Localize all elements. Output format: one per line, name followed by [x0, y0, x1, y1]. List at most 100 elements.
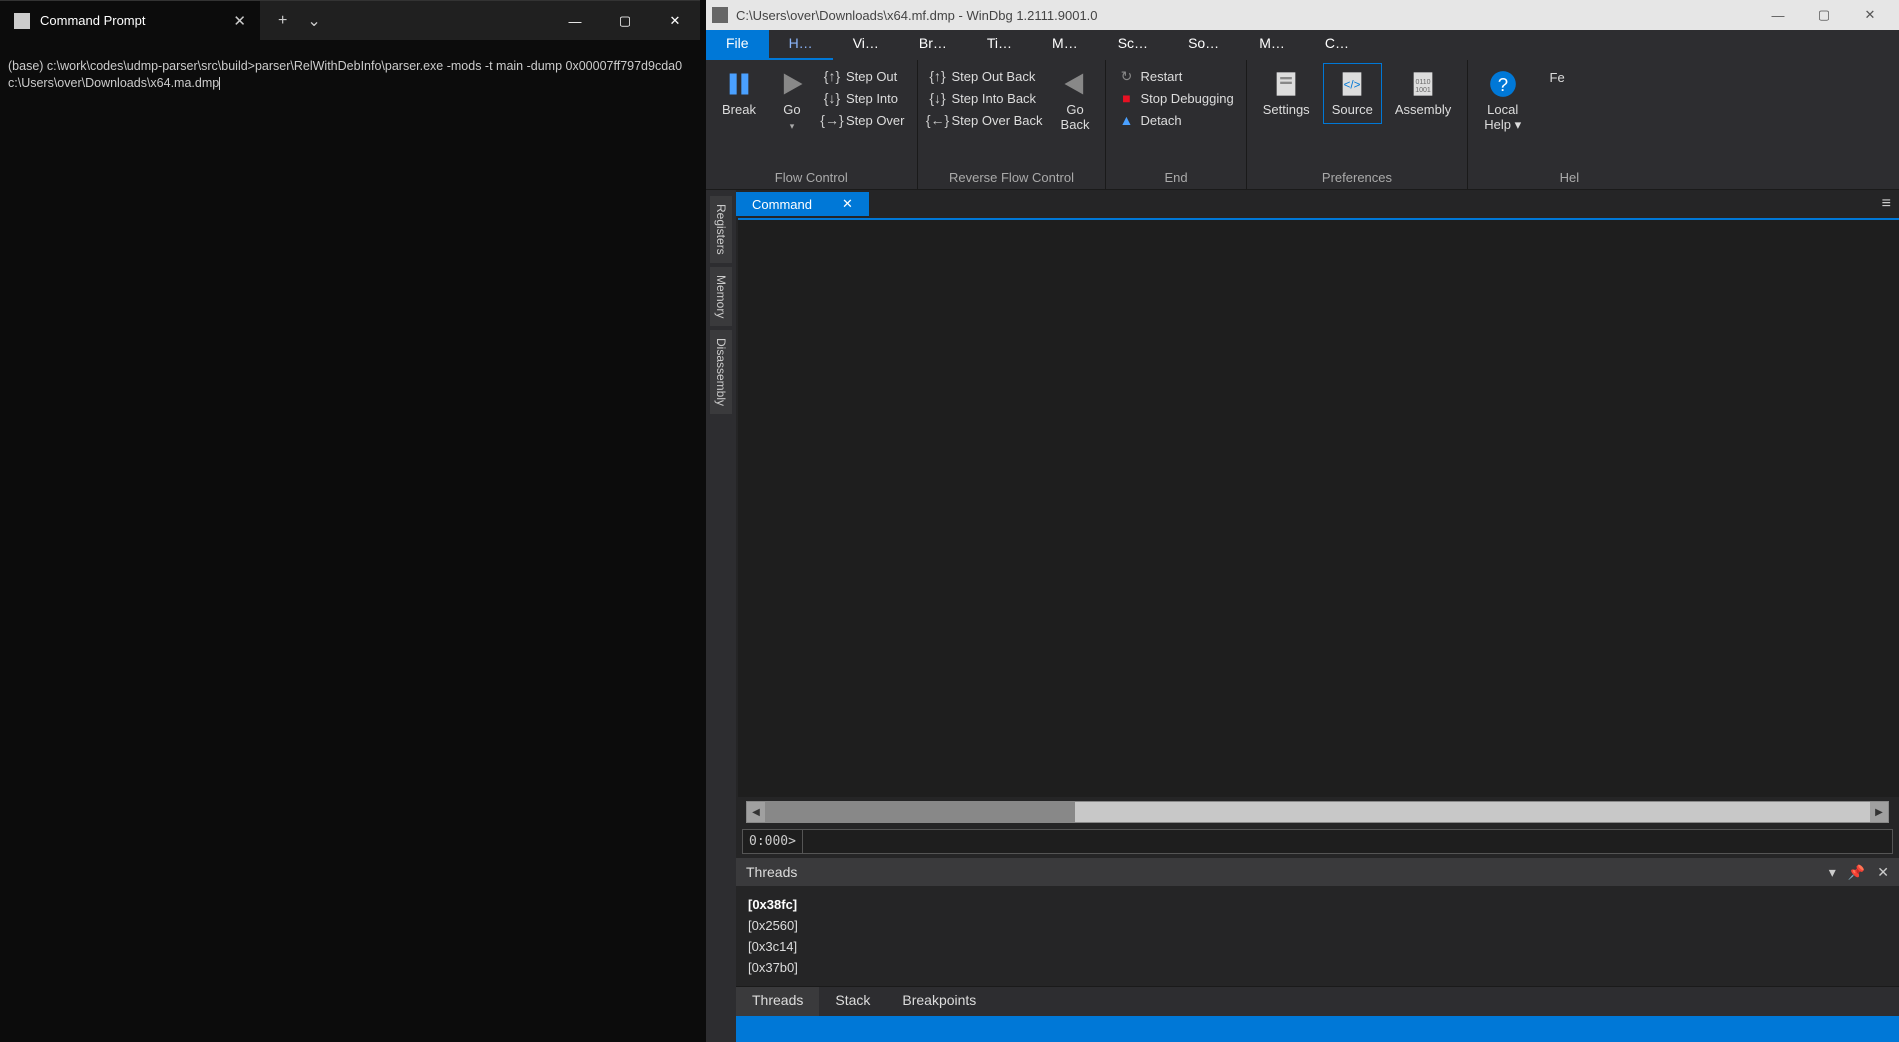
svg-text:</>: </> — [1344, 79, 1361, 92]
help-icon: ? — [1489, 70, 1517, 98]
step-out-back-icon: {↑} — [930, 68, 946, 84]
pin-icon[interactable]: 📌 — [1848, 864, 1865, 881]
step-out-icon: {↑} — [824, 68, 840, 84]
step-into-button[interactable]: {↓} Step Into — [820, 88, 909, 108]
tab-memory[interactable]: M… — [1239, 30, 1305, 60]
assembly-icon: 01101001 — [1409, 70, 1437, 98]
terminal-output[interactable]: (base) c:\work\codes\udmp-parser\src\bui… — [0, 40, 700, 110]
minimize-button[interactable]: — — [550, 1, 600, 41]
step-over-label: Step Over — [846, 113, 905, 128]
scroll-left-icon[interactable]: ◀ — [747, 802, 765, 822]
close-panel-icon[interactable]: ✕ — [842, 196, 853, 212]
step-out-label: Step Out — [846, 69, 897, 84]
windbg-title-text: C:\Users\over\Downloads\x64.mf.dmp - Win… — [736, 8, 1098, 23]
restart-label: Restart — [1140, 69, 1182, 84]
terminal-tab-title: Command Prompt — [40, 13, 145, 28]
ribbon-group-label: Flow Control — [714, 166, 909, 189]
windbg-titlebar[interactable]: C:\Users\over\Downloads\x64.mf.dmp - Win… — [706, 0, 1899, 30]
source-button[interactable]: </> Source — [1324, 64, 1381, 123]
step-out-back-button[interactable]: {↑} Step Out Back — [926, 66, 1047, 86]
tab-view[interactable]: Vi… — [833, 30, 899, 60]
step-into-back-label: Step Into Back — [952, 91, 1037, 106]
tab-breakpoints[interactable]: Br… — [899, 30, 967, 60]
maximize-button[interactable]: ▢ — [1801, 7, 1847, 23]
step-out-button[interactable]: {↑} Step Out — [820, 66, 909, 86]
horizontal-scrollbar[interactable]: ◀ ▶ — [746, 801, 1889, 823]
step-out-back-label: Step Out Back — [952, 69, 1036, 84]
source-label: Source — [1332, 102, 1373, 117]
settings-button[interactable]: Settings — [1255, 64, 1318, 123]
minimize-button[interactable]: — — [1755, 8, 1801, 23]
main-area: Command ✕ ≡ ◀ ▶ 0:000> Threads ▾ 📌 — [736, 190, 1899, 1042]
command-panel-header: Command ✕ ≡ — [736, 190, 1899, 218]
sidetab-disassembly[interactable]: Disassembly — [710, 330, 732, 414]
panel-menu-icon[interactable]: ≡ — [1874, 195, 1899, 213]
ribbon-toolbar: Break Go ▾ {↑} Step Out {↓} Step Into {→} S… — [706, 60, 1899, 190]
windbg-window: C:\Users\over\Downloads\x64.mf.dmp - Win… — [706, 0, 1899, 1042]
tab-dropdown-icon[interactable]: ⌄ — [307, 11, 320, 31]
command-input[interactable] — [803, 830, 1892, 853]
terminal-tab-cmd[interactable]: Command Prompt ✕ — [0, 1, 260, 40]
tab-scripting[interactable]: Sc… — [1098, 30, 1168, 60]
thread-item[interactable]: [0x2560] — [748, 915, 1887, 936]
tab-model[interactable]: M… — [1032, 30, 1098, 60]
tab-source[interactable]: So… — [1168, 30, 1239, 60]
step-into-icon: {↓} — [824, 90, 840, 106]
workspace: Registers Memory Disassembly Command ✕ ≡… — [706, 190, 1899, 1042]
svg-text:1001: 1001 — [1415, 87, 1431, 94]
command-panel-tab[interactable]: Command ✕ — [736, 192, 869, 216]
restart-button[interactable]: ↻Restart — [1114, 66, 1237, 86]
ribbon-group-reverse: {↑} Step Out Back {↓}Step Into Back {←}St… — [918, 60, 1107, 189]
ribbon-group-preferences: Settings </> Source 01101001 Assembly Pr… — [1247, 60, 1469, 189]
go-button[interactable]: Go ▾ — [770, 64, 814, 138]
ribbon-group-label: Hel — [1476, 166, 1579, 189]
pause-icon — [725, 70, 753, 98]
terminal-tab-actions: + ⌄ — [260, 1, 339, 40]
tab-command[interactable]: C… — [1305, 30, 1369, 60]
step-over-button[interactable]: {→} Step Over — [820, 110, 909, 130]
threads-panel-header[interactable]: Threads ▾ 📌 ✕ — [736, 858, 1899, 886]
settings-label: Settings — [1263, 102, 1310, 117]
close-tab-icon[interactable]: ✕ — [233, 12, 246, 30]
terminal-window-controls: — ▢ ✕ — [550, 1, 700, 40]
scroll-thumb[interactable] — [765, 802, 1075, 822]
command-output[interactable] — [738, 218, 1899, 797]
step-into-label: Step Into — [846, 91, 898, 106]
maximize-button[interactable]: ▢ — [600, 1, 650, 41]
tab-timetravel[interactable]: Ti… — [967, 30, 1032, 60]
stop-debugging-button[interactable]: ■Stop Debugging — [1114, 88, 1237, 108]
sidetab-memory[interactable]: Memory — [710, 267, 732, 326]
go-label: Go — [783, 102, 800, 117]
step-over-icon: {→} — [824, 112, 840, 128]
terminal-window: Command Prompt ✕ + ⌄ — ▢ ✕ (base) c:\wor… — [0, 0, 700, 1042]
ribbon-group-label: End — [1114, 166, 1237, 189]
detach-button[interactable]: ▲Detach — [1114, 110, 1237, 130]
local-help-button[interactable]: ? Local Help ▾ — [1476, 64, 1529, 139]
thread-item[interactable]: [0x38fc] — [748, 894, 1887, 915]
step-over-back-button[interactable]: {←}Step Over Back — [926, 110, 1047, 130]
thread-item[interactable]: [0x3c14] — [748, 936, 1887, 957]
go-back-button[interactable]: Go Back — [1053, 64, 1098, 138]
tab-home[interactable]: H… — [769, 30, 833, 60]
tab-stack[interactable]: Stack — [819, 987, 886, 1016]
cmd-icon — [14, 13, 30, 29]
scroll-right-icon[interactable]: ▶ — [1870, 802, 1888, 822]
threads-dropdown-icon[interactable]: ▾ — [1829, 864, 1836, 881]
tab-file[interactable]: File — [706, 30, 769, 60]
break-button[interactable]: Break — [714, 64, 764, 123]
thread-item[interactable]: [0x37b0] — [748, 957, 1887, 978]
step-into-back-button[interactable]: {↓}Step Into Back — [926, 88, 1047, 108]
sidetab-registers[interactable]: Registers — [710, 196, 732, 263]
close-panel-icon[interactable]: ✕ — [1877, 864, 1889, 881]
threads-list: [0x38fc] [0x2560] [0x3c14] [0x37b0] — [736, 886, 1899, 986]
tab-breakpoints-bottom[interactable]: Breakpoints — [886, 987, 992, 1016]
side-tab-well: Registers Memory Disassembly — [706, 190, 736, 1042]
close-window-button[interactable]: ✕ — [1847, 7, 1893, 23]
feedback-button[interactable]: Fe — [1535, 64, 1579, 91]
new-tab-button[interactable]: + — [278, 12, 287, 30]
tab-threads[interactable]: Threads — [736, 987, 819, 1016]
close-window-button[interactable]: ✕ — [650, 1, 700, 41]
document-icon — [1272, 70, 1300, 98]
go-back-label: Go Back — [1061, 102, 1090, 132]
assembly-button[interactable]: 01101001 Assembly — [1387, 64, 1459, 123]
